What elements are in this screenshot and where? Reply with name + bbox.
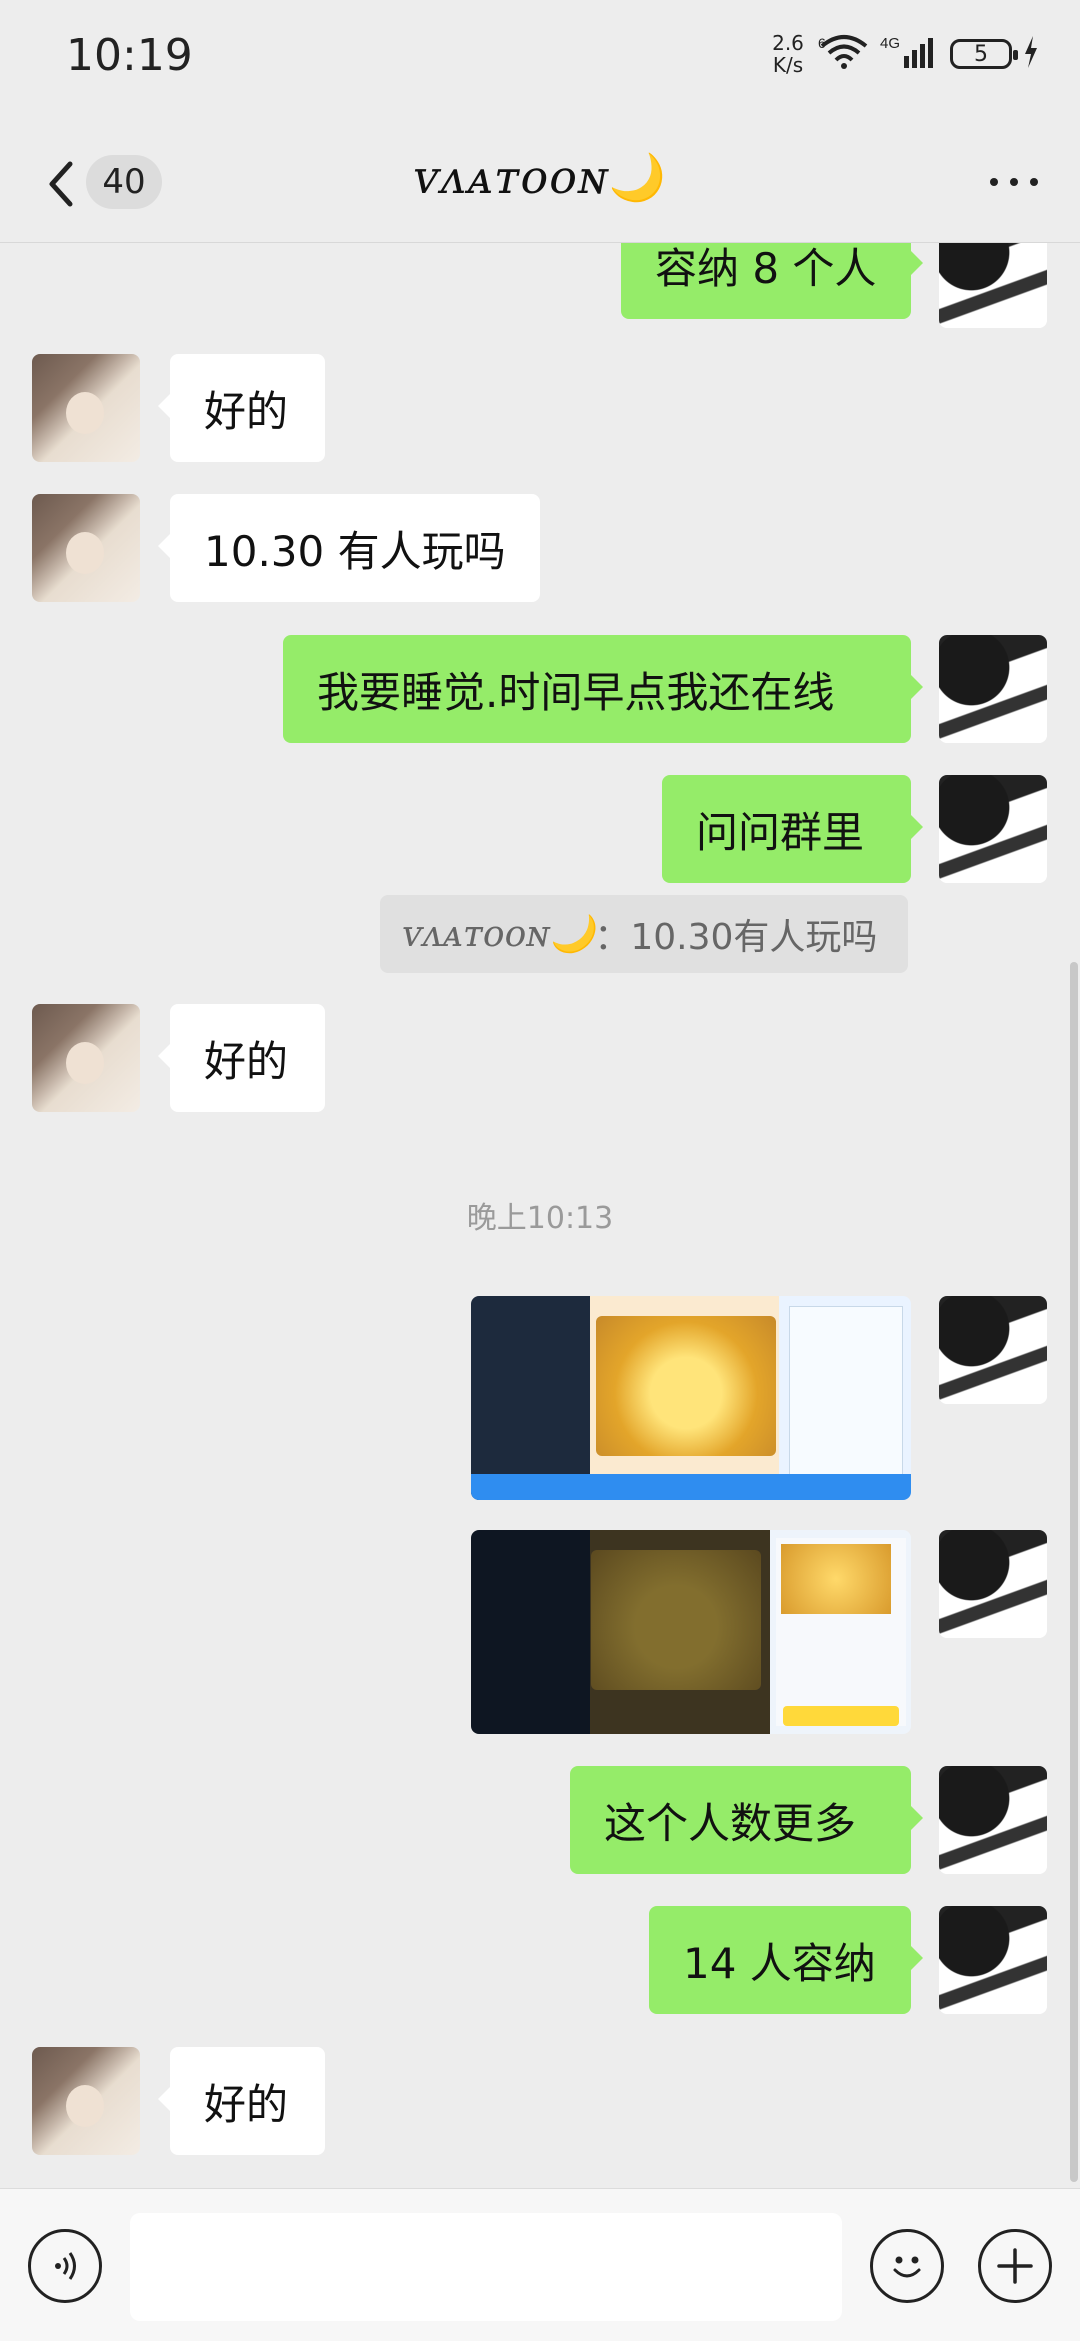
message-text: 好的 bbox=[204, 1036, 289, 1086]
message-text: 好的 bbox=[204, 386, 289, 436]
battery-icon: 5 bbox=[950, 39, 1018, 69]
emoji-button[interactable] bbox=[870, 2229, 944, 2303]
emoji-icon bbox=[893, 2256, 921, 2278]
wifi-icon: 6 bbox=[818, 34, 870, 74]
plus-icon bbox=[997, 2248, 1033, 2284]
avatar-self[interactable] bbox=[939, 1296, 1047, 1404]
signal-icon: 4G bbox=[880, 34, 940, 74]
message-bubble-self[interactable]: 14 人容纳 bbox=[649, 1906, 923, 2014]
avatar-contact[interactable] bbox=[32, 354, 140, 462]
message-bubble-self[interactable]: 问问群里 bbox=[662, 775, 923, 883]
message-bubble-contact[interactable]: 10.30 有人玩吗 bbox=[158, 494, 540, 602]
input-bar bbox=[0, 2188, 1080, 2341]
message-text: 我要睡觉.时间早点我还在线 bbox=[317, 667, 835, 717]
contact-name: ᴠᴧᴀᴛᴏᴏɴ🌙 bbox=[0, 150, 1080, 205]
avatar-contact[interactable] bbox=[32, 2047, 140, 2155]
avatar-self[interactable] bbox=[939, 1906, 1047, 2014]
wifi-label: 6 bbox=[818, 35, 826, 51]
status-time: 10:19 bbox=[66, 30, 193, 81]
message-bubble-self[interactable]: 这个人数更多 bbox=[570, 1766, 923, 1874]
image-message[interactable] bbox=[471, 1296, 911, 1500]
quoted-name: ᴠᴧᴀᴛᴏᴏɴ🌙 bbox=[402, 914, 595, 955]
chat-header: 40 ᴠᴧᴀᴛᴏᴏɴ🌙 bbox=[0, 130, 1080, 240]
message-text: 问问群里 bbox=[696, 807, 865, 857]
message-text: 容纳 8 个人 bbox=[655, 243, 877, 293]
message-bubble-self[interactable]: 容纳 8 个人 bbox=[621, 243, 923, 319]
timestamp: 晚上10:13 bbox=[466, 1201, 614, 1236]
network-speed-unit: K/s bbox=[772, 53, 804, 77]
avatar-self[interactable] bbox=[939, 635, 1047, 743]
more-button[interactable] bbox=[984, 172, 1044, 192]
message-bubble-contact[interactable]: 好的 bbox=[158, 1004, 325, 1112]
quoted-text: ：10.30有人玩吗 bbox=[594, 917, 878, 958]
avatar-self[interactable] bbox=[939, 243, 1047, 328]
more-dots-icon bbox=[990, 178, 998, 186]
avatar-self[interactable] bbox=[939, 1766, 1047, 1874]
charging-icon bbox=[1022, 34, 1040, 74]
quoted-message[interactable]: ᴠᴧᴀᴛᴏᴏɴ🌙 ：10.30有人玩吗 bbox=[380, 895, 908, 973]
message-bubble-self[interactable]: 我要睡觉.时间早点我还在线 bbox=[283, 635, 923, 743]
message-text: 10.30 有人玩吗 bbox=[204, 526, 506, 576]
scrollbar[interactable] bbox=[1070, 962, 1078, 2182]
status-icons: 2.6 K/s 6 4G 5 bbox=[768, 32, 1040, 76]
network-speed: 2.6 K/s bbox=[768, 32, 808, 76]
message-text: 这个人数更多 bbox=[604, 1798, 857, 1848]
avatar-self[interactable] bbox=[939, 1530, 1047, 1638]
moon-icon: 🌙 bbox=[608, 150, 667, 204]
avatar-contact[interactable] bbox=[32, 1004, 140, 1112]
message-bubble-contact[interactable]: 好的 bbox=[158, 2047, 325, 2155]
plus-button[interactable] bbox=[978, 2229, 1052, 2303]
message-input[interactable] bbox=[130, 2213, 842, 2321]
status-bar: 10:19 2.6 K/s 6 4G 5 bbox=[0, 0, 1080, 120]
contact-name-text: ᴠᴧᴀᴛᴏᴏɴ bbox=[413, 150, 609, 204]
image-message[interactable] bbox=[471, 1530, 911, 1734]
avatar-self[interactable] bbox=[939, 775, 1047, 883]
voice-button[interactable] bbox=[28, 2229, 102, 2303]
message-text: 好的 bbox=[204, 2079, 289, 2129]
voice-icon bbox=[55, 2252, 76, 2280]
message-text: 14 人容纳 bbox=[683, 1938, 876, 1988]
signal-label: 4G bbox=[880, 35, 900, 52]
battery-level: 5 bbox=[974, 41, 988, 67]
message-list[interactable]: 容纳 8 个人 好的 10.30 有人玩吗 我要睡觉.时间早点我还在线 问问群里… bbox=[0, 243, 1080, 2188]
avatar-contact[interactable] bbox=[32, 494, 140, 602]
message-bubble-contact[interactable]: 好的 bbox=[158, 354, 325, 462]
network-speed-value: 2.6 bbox=[772, 31, 804, 55]
